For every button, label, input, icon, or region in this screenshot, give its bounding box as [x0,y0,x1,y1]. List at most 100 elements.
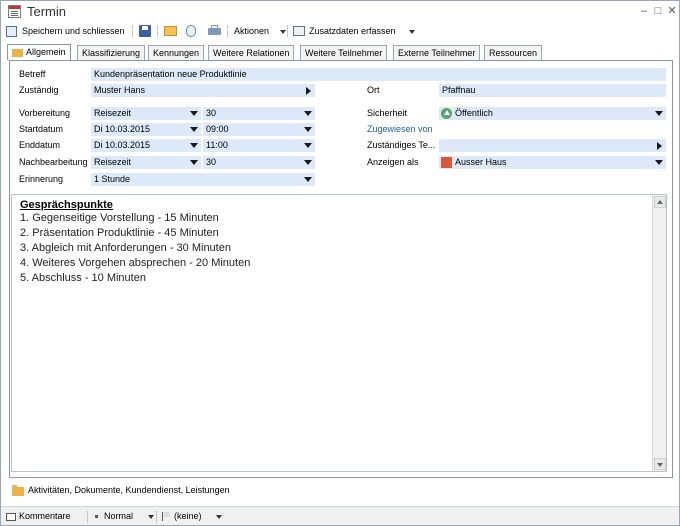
status-bar: Kommentare Normal (keine) [1,506,679,525]
toolbar-separator [227,25,228,37]
print-button[interactable] [207,23,221,39]
close-button[interactable]: ✕ [666,4,678,18]
chevron-right-icon [657,142,662,150]
dropdown-arrow-icon [190,111,198,116]
notes-editor[interactable]: Gesprächspunkte 1. Gegenseitige Vorstell… [11,194,667,472]
dropdown-arrow-icon [190,127,198,132]
minimize-button[interactable]: – [638,4,650,18]
notes-line: 2. Präsentation Produktlinie - 45 Minute… [20,227,219,239]
toolbar: Speichern und schliessen Aktionen Zusatz… [1,23,679,39]
anzeigen-label: Anzeigen als [367,157,419,167]
appointment-window: Termin – □ ✕ Speichern und schliessen Ak… [0,0,680,526]
toolbar-separator [132,25,133,37]
tab-ressourcen[interactable]: Ressourcen [484,45,543,60]
attachment-icon [186,25,196,37]
window-title: Termin [27,4,67,19]
priority-label: Normal [104,511,134,521]
form-icon [293,26,305,36]
printer-icon [208,28,221,35]
betreff-field[interactable]: Kundenpräsentation neue Produktlinie [91,68,666,81]
public-arrow-icon [444,110,450,115]
dropdown-arrow-icon [304,160,312,165]
end-time-value: 11:00 [206,140,228,150]
chevron-right-icon [306,87,311,95]
tab-label: Weitere Teilnehmer [305,48,383,58]
actions-label: Aktionen [234,26,270,36]
anzeigen-select[interactable]: Ausser Haus [439,156,666,169]
zustaendig-label: Zuständig [19,85,59,95]
tab-externe-teilnehmer[interactable]: Externe Teilnehmer [393,45,481,60]
vorbereitung-minutes-select[interactable]: 30 [203,107,315,120]
ort-field[interactable]: Pfaffnau [439,84,666,97]
dropdown-arrow-icon [655,160,663,165]
envelope-icon [164,26,177,36]
nachbearbeitung-type-select[interactable]: Reisezeit [91,156,201,169]
vorbereitung-minutes-value: 30 [206,108,217,118]
flag-select[interactable]: (keine) [162,510,223,522]
maximize-button[interactable]: □ [652,4,664,18]
tab-label: Ressourcen [489,48,538,58]
status-separator [156,511,157,523]
save-button[interactable] [138,23,152,39]
dropdown-arrow-icon [216,514,223,519]
anzeigen-value: Ausser Haus [455,157,507,167]
zustaendig-field[interactable]: Muster Hans [91,84,315,97]
notes-heading: Gesprächspunkte [20,199,113,211]
dropdown-arrow-icon [190,143,198,148]
nachbearbeitung-minutes-value: 30 [206,157,217,167]
tab-label: Klassifizierung [82,48,141,58]
end-date-picker[interactable]: Di 10.03.2015 [91,139,201,152]
dropdown-arrow-icon [304,143,312,148]
dropdown-arrow-icon [190,160,198,165]
erinnerung-select[interactable]: 1 Stunde [91,173,315,186]
notes-scrollbar[interactable] [652,195,666,471]
dropdown-arrow-icon [409,29,416,34]
comments-label: Kommentare [19,511,71,521]
sicherheit-select[interactable]: Öffentlich [439,107,666,120]
dropdown-arrow-icon [655,111,663,116]
scroll-up-button[interactable] [654,196,666,208]
actions-menu[interactable]: Aktionen [234,23,286,39]
notes-line: 4. Weiteres Vorgehen absprechen - 20 Min… [20,257,251,269]
sicherheit-label: Sicherheit [367,108,408,118]
vorbereitung-label: Vorbereitung [19,108,71,118]
priority-select[interactable]: Normal [95,510,154,522]
tab-kennungen[interactable]: Kennungen [148,45,205,60]
nachbearbeitung-minutes-select[interactable]: 30 [203,156,315,169]
comments-button[interactable]: Kommentare [6,510,71,522]
start-time-value: 09:00 [206,124,229,134]
extra-data-button[interactable]: Zusatzdaten erfassen [293,23,416,39]
sicherheit-value: Öffentlich [455,108,493,118]
tab-weitere-teilnehmer[interactable]: Weitere Teilnehmer [300,45,388,60]
end-time-select[interactable]: 11:00 [203,139,315,152]
tab-weitere-relationen[interactable]: Weitere Relationen [208,45,295,60]
nachbearbeitung-type-value: Reisezeit [94,157,132,167]
zustaendiges-team-field[interactable] [439,139,666,152]
tab-allgemein[interactable]: Allgemein [7,44,71,60]
attach-button[interactable] [184,23,198,39]
notes-line: 5. Abschluss - 10 Minuten [20,272,146,284]
vorbereitung-type-select[interactable]: Reisezeit [91,107,201,120]
scroll-down-button[interactable] [654,458,666,470]
priority-icon [95,515,98,519]
tab-label: Allgemein [26,47,66,57]
related-items-label: Aktivitäten, Dokumente, Kundendienst, Le… [28,485,230,495]
save-close-icon [6,26,17,37]
tab-klassifizierung[interactable]: Klassifizierung [77,45,146,60]
startdatum-label: Startdatum [19,124,64,134]
extra-data-label: Zusatzdaten erfassen [309,26,396,36]
calendar-icon [8,5,21,18]
toolbar-separator [287,25,288,37]
email-button[interactable] [163,23,177,39]
save-close-button[interactable]: Speichern und schliessen [6,23,125,39]
related-items-bar[interactable]: Aktivitäten, Dokumente, Kundendienst, Le… [9,481,673,499]
tab-label: Kennungen [153,48,200,58]
folder-icon [12,485,24,496]
title-bar: Termin – □ ✕ [1,1,679,23]
flag-label: (keine) [174,511,202,521]
nachbearbeitung-label: Nachbearbeitung [19,157,88,167]
start-date-picker[interactable]: Di 10.03.2015 [91,123,201,136]
tab-label: Weitere Relationen [213,48,290,58]
start-time-select[interactable]: 09:00 [203,123,315,136]
dropdown-arrow-icon [304,127,312,132]
